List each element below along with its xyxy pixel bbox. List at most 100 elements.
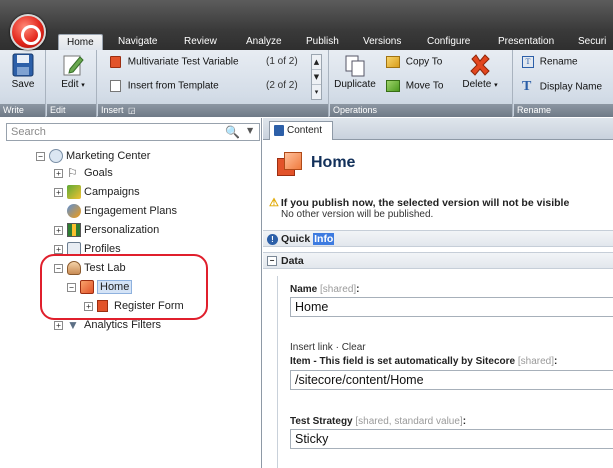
scroll-up-icon[interactable]: ▲ xyxy=(312,55,321,70)
duplicate-button[interactable]: Duplicate xyxy=(332,53,378,90)
insert-item-count: (2 of 2) xyxy=(266,80,298,91)
edit-label: Edit xyxy=(61,79,79,90)
search-icon[interactable]: 🔍 xyxy=(225,125,240,139)
insert-link[interactable]: Insert link xyxy=(290,342,333,353)
tree-item-engagement-plans[interactable]: Engagement Plans xyxy=(67,203,177,220)
group-label-write: Write xyxy=(0,104,45,117)
name-field[interactable]: Home xyxy=(290,297,613,317)
tree-label: Personalization xyxy=(84,224,160,236)
warning-icon: ⚠ xyxy=(269,197,279,209)
gallery-expand-icon[interactable]: ▾ xyxy=(312,85,321,99)
save-button[interactable]: Save xyxy=(6,53,40,90)
expand-icon[interactable]: + xyxy=(54,168,63,178)
tab-analyze[interactable]: Analyze xyxy=(246,34,282,50)
data-section-label: Data xyxy=(281,255,304,267)
ribbon-group-rename: T Rename T Display Name Rename xyxy=(514,50,613,117)
group-label-edit: Edit xyxy=(47,104,96,117)
save-label: Save xyxy=(11,79,35,90)
display-name-icon: T xyxy=(522,79,532,94)
clear-link[interactable]: Clear xyxy=(342,342,366,353)
edit-button[interactable]: Edit ▾ xyxy=(55,53,91,90)
tab-presentation[interactable]: Presentation xyxy=(498,34,554,50)
delete-icon xyxy=(470,54,490,76)
expand-icon[interactable]: + xyxy=(54,225,63,235)
insert-item-count: (1 of 2) xyxy=(266,56,298,67)
warning-text: If you publish now, the selected version… xyxy=(280,197,570,209)
rename-button[interactable]: T Rename xyxy=(522,56,578,68)
ribbon-tab-bar: Home Navigate Review Analyze Publish Ver… xyxy=(0,0,613,51)
move-to-button[interactable]: Move To xyxy=(386,80,443,92)
sitecore-menu-button[interactable] xyxy=(10,14,46,50)
tree-item-marketing-center[interactable]: − Marketing Center xyxy=(36,148,150,165)
group-label-operations: Operations xyxy=(330,104,512,117)
save-icon xyxy=(12,53,34,77)
content-editor-pane: Content Home ⚠ If you publish now, the se… xyxy=(263,118,613,468)
tree-label: Engagement Plans xyxy=(84,205,177,217)
expand-icon[interactable]: + xyxy=(54,244,63,254)
item-title: Home xyxy=(311,154,356,171)
campaigns-icon xyxy=(67,185,81,200)
section-toggle-icon[interactable]: − xyxy=(267,256,277,267)
rename-label: Rename xyxy=(539,56,578,68)
delete-label: Delete xyxy=(462,79,492,90)
scroll-down-icon[interactable]: ▼ xyxy=(312,70,321,85)
editor-tab-strip: Content xyxy=(263,118,613,140)
display-name-button[interactable]: T Display Name xyxy=(522,80,602,94)
tab-security[interactable]: Securi xyxy=(578,34,606,50)
item-header-icon xyxy=(277,152,303,178)
tree-item-personalization[interactable]: + Personalization xyxy=(54,222,159,239)
name-field-label: Name [shared]: xyxy=(290,284,360,295)
annotation-highlight-ring xyxy=(40,254,208,320)
display-name-label: Display Name xyxy=(539,81,603,93)
duplicate-label: Duplicate xyxy=(334,79,376,90)
section-data[interactable]: − Data xyxy=(263,252,613,269)
insert-multivariate-test-variable[interactable]: Multivariate Test Variable xyxy=(110,56,239,68)
tab-navigate[interactable]: Navigate xyxy=(118,34,157,50)
insert-gallery-scroll[interactable]: ▲ ▼ ▾ xyxy=(311,54,322,100)
template-icon xyxy=(110,80,121,92)
copy-to-icon xyxy=(386,56,400,68)
insert-from-template[interactable]: Insert from Template xyxy=(110,80,219,92)
tab-content[interactable]: Content xyxy=(269,121,334,140)
item-field-label: Item - This field is set automatically b… xyxy=(290,356,558,367)
dialog-launcher-icon[interactable]: ◲ xyxy=(128,106,136,115)
expand-icon[interactable]: + xyxy=(54,187,63,197)
section-quick-info[interactable]: ! Quick Info xyxy=(263,230,613,247)
tab-review[interactable]: Review xyxy=(184,34,217,50)
chevron-down-icon[interactable]: ▼ xyxy=(247,126,253,135)
tree-label: Goals xyxy=(84,167,113,179)
insert-item-label: Multivariate Test Variable xyxy=(127,56,239,68)
warning-subtext: No other version will be published. xyxy=(281,209,434,220)
personalization-icon xyxy=(67,223,81,238)
tree-item-goals[interactable]: + ⚐ Goals xyxy=(54,165,113,182)
content-tab-icon xyxy=(274,124,284,136)
tab-publish[interactable]: Publish xyxy=(306,34,339,50)
ribbon-group-write: Save Write xyxy=(0,50,46,117)
search-input[interactable] xyxy=(7,124,207,140)
rename-icon: T xyxy=(522,56,534,68)
collapse-icon[interactable]: − xyxy=(36,151,45,161)
move-to-icon xyxy=(386,80,400,92)
tab-configure[interactable]: Configure xyxy=(427,34,470,50)
engagement-plans-icon xyxy=(67,204,81,219)
edit-icon xyxy=(63,55,84,76)
tab-home[interactable]: Home xyxy=(58,34,103,51)
delete-button[interactable]: Delete ▾ xyxy=(456,53,504,90)
data-fields: Name [shared]: Home Insert link · Clear … xyxy=(277,276,613,468)
move-to-label: Move To xyxy=(405,80,444,92)
tree-label: Marketing Center xyxy=(66,150,151,162)
insert-item-label: Insert from Template xyxy=(127,80,219,92)
ribbon-group-edit: Edit ▾ Edit xyxy=(47,50,97,117)
chevron-down-icon: ▾ xyxy=(494,82,498,89)
tree-item-campaigns[interactable]: + Campaigns xyxy=(54,184,140,201)
expand-icon[interactable]: + xyxy=(54,320,63,330)
publish-warning: ⚠ If you publish now, the selected versio… xyxy=(269,196,613,220)
tree-label: Campaigns xyxy=(84,186,140,198)
test-strategy-field[interactable]: Sticky xyxy=(290,429,613,449)
ribbon-group-operations: Duplicate Copy To Move To Delete ▾ Opera… xyxy=(330,50,513,117)
tab-versions[interactable]: Versions xyxy=(363,34,401,50)
item-field[interactable]: /sitecore/content/Home xyxy=(290,370,613,390)
copy-to-button[interactable]: Copy To xyxy=(386,56,442,68)
copy-to-label: Copy To xyxy=(405,56,443,68)
multivariate-variable-icon xyxy=(110,56,121,68)
